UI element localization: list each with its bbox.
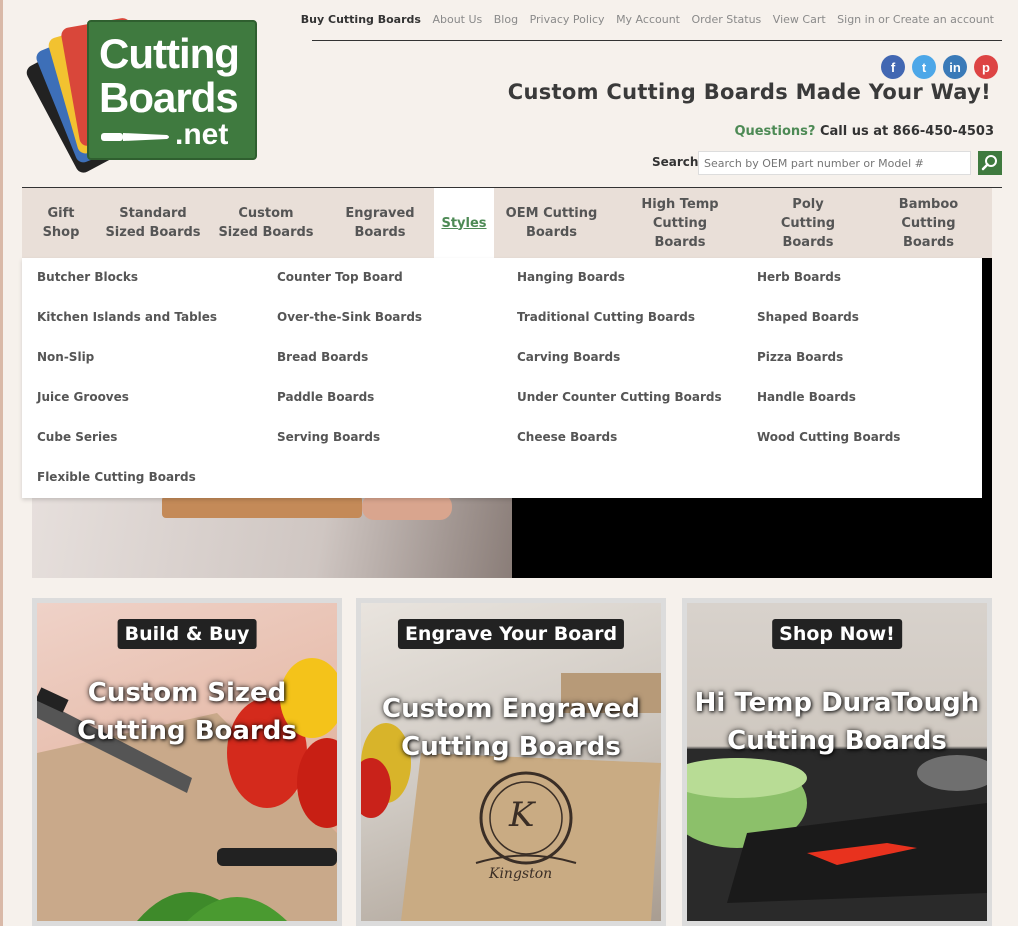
top-link-my-account[interactable]: My Account bbox=[616, 13, 680, 26]
card-title-line2: Cutting Boards bbox=[77, 716, 297, 746]
main-nav: Gift Shop Standard Sized Boards Custom S… bbox=[22, 188, 992, 258]
logo-text-line3: .net bbox=[175, 118, 229, 151]
engraved-name: Kingston bbox=[489, 866, 553, 882]
nav-high-temp-cutting-boards[interactable]: High Temp Cutting Boards bbox=[609, 188, 751, 258]
nav-custom-sized-boards-label: Custom Sized Boards bbox=[218, 206, 314, 240]
promo-card-engraved[interactable]: K Kingston Engrave Your Board Custom Eng… bbox=[356, 598, 666, 926]
card-title-line1: Custom Engraved bbox=[382, 694, 640, 724]
card-title-line1: Custom Sized bbox=[87, 678, 287, 708]
logo-text-line2: Boards bbox=[99, 74, 239, 121]
menu-item[interactable]: Wood Cutting Boards bbox=[757, 430, 900, 444]
top-links: Buy Cutting Boards About Us Blog Privacy… bbox=[301, 13, 994, 26]
menu-item[interactable]: Traditional Cutting Boards bbox=[517, 310, 695, 324]
nav-styles[interactable]: Styles bbox=[434, 188, 494, 258]
nav-bamboo-cutting-boards-label: Bamboo Cutting Boards bbox=[898, 196, 959, 250]
header-divider bbox=[312, 40, 1002, 41]
top-link-order-status[interactable]: Order Status bbox=[691, 13, 761, 26]
top-link-about-us[interactable]: About Us bbox=[432, 13, 482, 26]
menu-item[interactable]: Kitchen Islands and Tables bbox=[37, 310, 217, 324]
monogram-letter: K bbox=[509, 795, 535, 835]
questions-label: Questions? bbox=[734, 124, 816, 139]
search-icon bbox=[981, 155, 997, 171]
search-button[interactable] bbox=[978, 151, 1002, 175]
pinterest-icon[interactable]: p bbox=[974, 55, 998, 79]
menu-item[interactable]: Cheese Boards bbox=[517, 430, 617, 444]
menu-item[interactable]: Handle Boards bbox=[757, 390, 856, 404]
nav-styles-label: Styles bbox=[441, 215, 487, 231]
card-image: K Kingston Engrave Your Board Custom Eng… bbox=[361, 603, 661, 921]
linkedin-icon[interactable]: in bbox=[943, 55, 967, 79]
card-title-line2: Cutting Boards bbox=[401, 732, 621, 762]
phone-number[interactable]: Call us at 866-450-4503 bbox=[820, 124, 994, 139]
nav-poly-cutting-boards-label: Poly Cutting Boards bbox=[780, 196, 836, 250]
logo-text-line1: Cutting bbox=[99, 30, 240, 77]
menu-item[interactable]: Pizza Boards bbox=[757, 350, 843, 364]
twitter-icon[interactable]: t bbox=[912, 55, 936, 79]
contact-phone: Questions? Call us at 866-450-4503 bbox=[734, 124, 994, 139]
promo-card-custom-sized[interactable]: Build & Buy Custom Sized Cutting Boards bbox=[32, 598, 342, 926]
facebook-icon[interactable]: f bbox=[881, 55, 905, 79]
nav-standard-sized-boards-label: Standard Sized Boards bbox=[105, 206, 201, 240]
top-link-sign-in[interactable]: Sign in or Create an account bbox=[837, 13, 994, 26]
card-image: Shop Now! Hi Temp DuraTough Cutting Boar… bbox=[687, 603, 987, 921]
logo-badge: Cutting Boards .net bbox=[87, 20, 257, 160]
styles-dropdown-menu: Butcher Blocks Kitchen Islands and Table… bbox=[22, 258, 982, 498]
menu-item[interactable]: Over-the-Sink Boards bbox=[277, 310, 422, 324]
nav-oem-cutting-boards[interactable]: OEM Cutting Boards bbox=[494, 188, 609, 258]
nav-custom-sized-boards[interactable]: Custom Sized Boards bbox=[206, 188, 326, 258]
menu-item[interactable]: Serving Boards bbox=[277, 430, 380, 444]
menu-item[interactable]: Herb Boards bbox=[757, 270, 841, 284]
menu-item[interactable]: Carving Boards bbox=[517, 350, 620, 364]
menu-item[interactable]: Paddle Boards bbox=[277, 390, 374, 404]
menu-item[interactable]: Cube Series bbox=[37, 430, 117, 444]
menu-item[interactable]: Under Counter Cutting Boards bbox=[517, 390, 722, 404]
card-badge[interactable]: Build & Buy bbox=[117, 619, 257, 649]
menu-item[interactable]: Butcher Blocks bbox=[37, 270, 138, 284]
card-title-line1: Hi Temp DuraTough bbox=[694, 688, 980, 718]
menu-item[interactable]: Bread Boards bbox=[277, 350, 368, 364]
nav-engraved-boards[interactable]: Engraved Boards bbox=[326, 188, 434, 258]
top-link-view-cart[interactable]: View Cart bbox=[773, 13, 826, 26]
card-badge[interactable]: Shop Now! bbox=[772, 619, 902, 649]
search-label: Search bbox=[652, 155, 699, 169]
top-link-blog[interactable]: Blog bbox=[494, 13, 518, 26]
menu-item[interactable]: Non-Slip bbox=[37, 350, 94, 364]
top-link-privacy-policy[interactable]: Privacy Policy bbox=[530, 13, 605, 26]
card-image: Build & Buy Custom Sized Cutting Boards bbox=[37, 603, 337, 921]
nav-standard-sized-boards[interactable]: Standard Sized Boards bbox=[100, 188, 206, 258]
card-badge[interactable]: Engrave Your Board bbox=[397, 619, 625, 649]
menu-item[interactable]: Shaped Boards bbox=[757, 310, 859, 324]
hero-board bbox=[162, 496, 362, 518]
vegetables-illustration bbox=[37, 658, 337, 921]
nav-engraved-boards-label: Engraved Boards bbox=[345, 206, 415, 240]
page-edge bbox=[0, 0, 3, 926]
nav-gift-shop-label: Gift Shop bbox=[42, 206, 80, 240]
site-logo[interactable]: Cutting Boards .net bbox=[23, 16, 260, 176]
card-title-line2: Cutting Boards bbox=[727, 726, 947, 756]
nav-gift-shop[interactable]: Gift Shop bbox=[22, 188, 100, 258]
promo-card-hi-temp[interactable]: Shop Now! Hi Temp DuraTough Cutting Boar… bbox=[682, 598, 992, 926]
knife-icon bbox=[101, 133, 169, 141]
menu-item[interactable]: Flexible Cutting Boards bbox=[37, 470, 196, 484]
social-icons: f t in p bbox=[881, 55, 998, 79]
tagline: Custom Cutting Boards Made Your Way! bbox=[507, 80, 991, 104]
stovetop-illustration bbox=[687, 749, 987, 921]
nav-oem-cutting-boards-label: OEM Cutting Boards bbox=[505, 206, 598, 240]
nav-high-temp-cutting-boards-label: High Temp Cutting Boards bbox=[641, 196, 719, 250]
menu-item[interactable]: Hanging Boards bbox=[517, 270, 625, 284]
menu-item[interactable]: Juice Grooves bbox=[37, 390, 129, 404]
top-link-buy-cutting-boards[interactable]: Buy Cutting Boards bbox=[301, 13, 421, 26]
search-input[interactable] bbox=[698, 151, 971, 175]
nav-poly-cutting-boards[interactable]: Poly Cutting Boards bbox=[751, 188, 865, 258]
nav-bamboo-cutting-boards[interactable]: Bamboo Cutting Boards bbox=[865, 188, 992, 258]
menu-item[interactable]: Counter Top Board bbox=[277, 270, 403, 284]
